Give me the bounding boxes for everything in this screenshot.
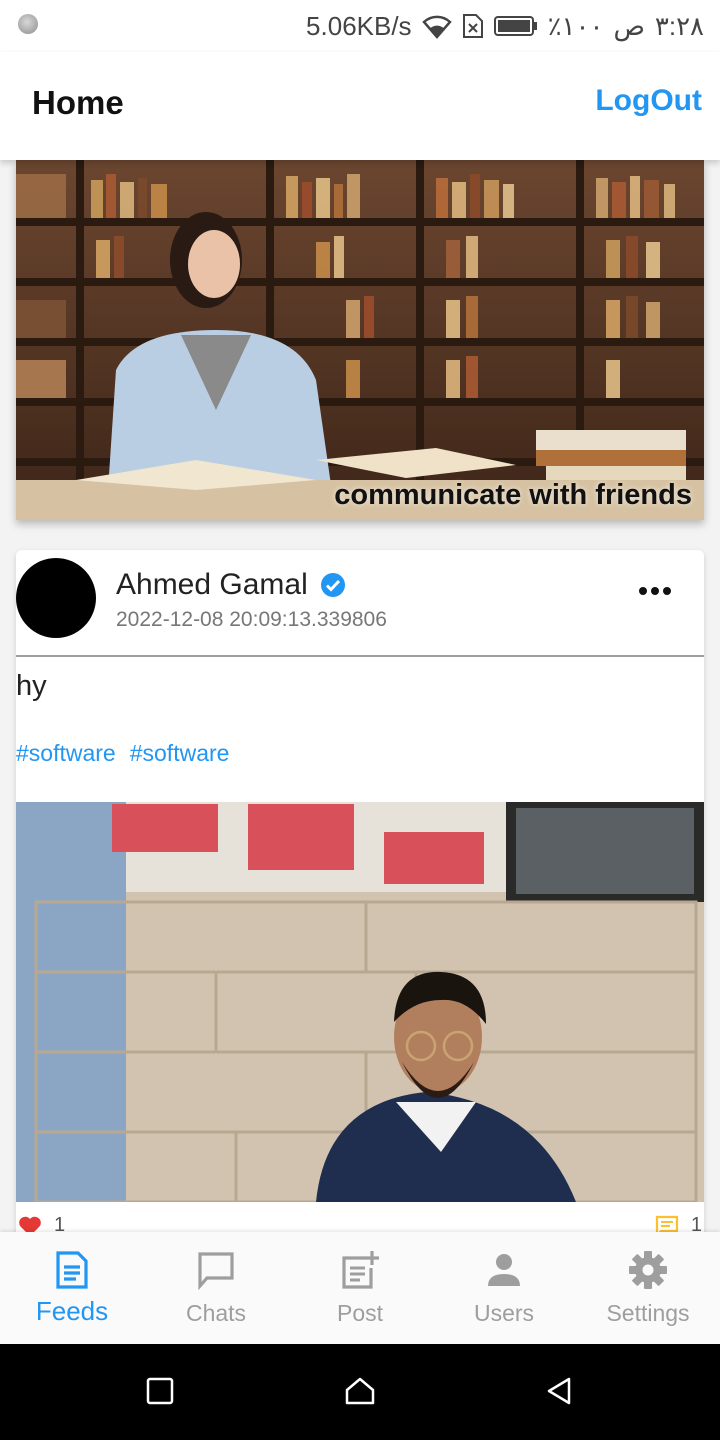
post-text: hy xyxy=(16,670,47,702)
nav-label: Settings xyxy=(606,1300,690,1326)
status-bar: 5.06KB/s ٪١٠٠ ص ٣:٢٨ xyxy=(0,0,720,52)
post-tags: #software #software xyxy=(16,740,229,767)
divider xyxy=(16,655,704,657)
status-right-group: 5.06KB/s ٪١٠٠ ص ٣:٢٨ xyxy=(306,8,704,44)
battery-percent: ٪١٠٠ xyxy=(547,10,604,41)
system-navigation-bar xyxy=(0,1344,720,1440)
logout-button[interactable]: LogOut xyxy=(595,84,702,118)
bottom-navigation: Feeds Chats Post Users Settings xyxy=(0,1232,720,1344)
nav-feeds[interactable]: Feeds xyxy=(0,1232,144,1344)
feeds-icon xyxy=(56,1251,88,1289)
person-icon xyxy=(488,1254,520,1286)
comment-count: 1 xyxy=(690,1214,702,1232)
gear-icon xyxy=(629,1251,667,1289)
nav-users[interactable]: Users xyxy=(432,1232,576,1344)
nav-label: Feeds xyxy=(35,1296,109,1326)
nav-label: Chats xyxy=(185,1300,247,1326)
hashtag-link[interactable]: #software xyxy=(130,740,230,767)
nav-chats[interactable]: Chats xyxy=(144,1232,288,1344)
comment-icon xyxy=(655,1215,678,1232)
am-pm: ص xyxy=(613,10,645,41)
hashtag-link[interactable]: #software xyxy=(16,740,116,767)
no-sim-icon xyxy=(462,14,483,38)
more-options-icon[interactable] xyxy=(638,584,672,598)
author-name: Ahmed Gamal xyxy=(116,568,308,601)
like-count: 1 xyxy=(54,1214,66,1232)
wifi-icon xyxy=(421,15,452,39)
banner-caption: communicate with friends xyxy=(334,479,692,511)
like-button[interactable]: 1 xyxy=(18,1214,65,1232)
banner-image: communicate with friends xyxy=(16,160,704,520)
home-icon[interactable] xyxy=(344,1376,376,1406)
chat-icon xyxy=(198,1252,234,1290)
avatar[interactable] xyxy=(16,558,96,638)
nav-post[interactable]: Post xyxy=(288,1232,432,1344)
clock: ٣:٢٨ xyxy=(654,10,704,41)
notification-dot-icon xyxy=(18,14,38,34)
post-date: 2022-12-08 20:09:13.339806 xyxy=(116,608,387,631)
page-title: Home xyxy=(32,84,124,121)
battery-icon xyxy=(493,16,537,36)
nav-settings[interactable]: Settings xyxy=(576,1232,720,1344)
nav-label: Post xyxy=(336,1300,384,1326)
feed-scroll-area[interactable]: communicate with friends Ahmed Gamal 202… xyxy=(0,160,720,1232)
nav-label: Users xyxy=(473,1300,535,1326)
network-speed: 5.06KB/s xyxy=(306,10,412,41)
recents-icon[interactable] xyxy=(146,1376,174,1406)
post-add-icon xyxy=(342,1251,379,1289)
post-card: Ahmed Gamal 2022-12-08 20:09:13.339806 h… xyxy=(16,550,704,1232)
back-icon[interactable] xyxy=(544,1376,574,1406)
heart-icon xyxy=(19,1216,41,1232)
banner-illustration xyxy=(16,160,704,520)
post-photo xyxy=(16,802,704,1202)
post-author[interactable]: Ahmed Gamal xyxy=(116,568,346,602)
post-image[interactable] xyxy=(16,802,704,1202)
comment-button[interactable]: 1 xyxy=(655,1214,702,1232)
app-bar: Home LogOut xyxy=(0,52,720,160)
verified-icon xyxy=(320,573,345,597)
